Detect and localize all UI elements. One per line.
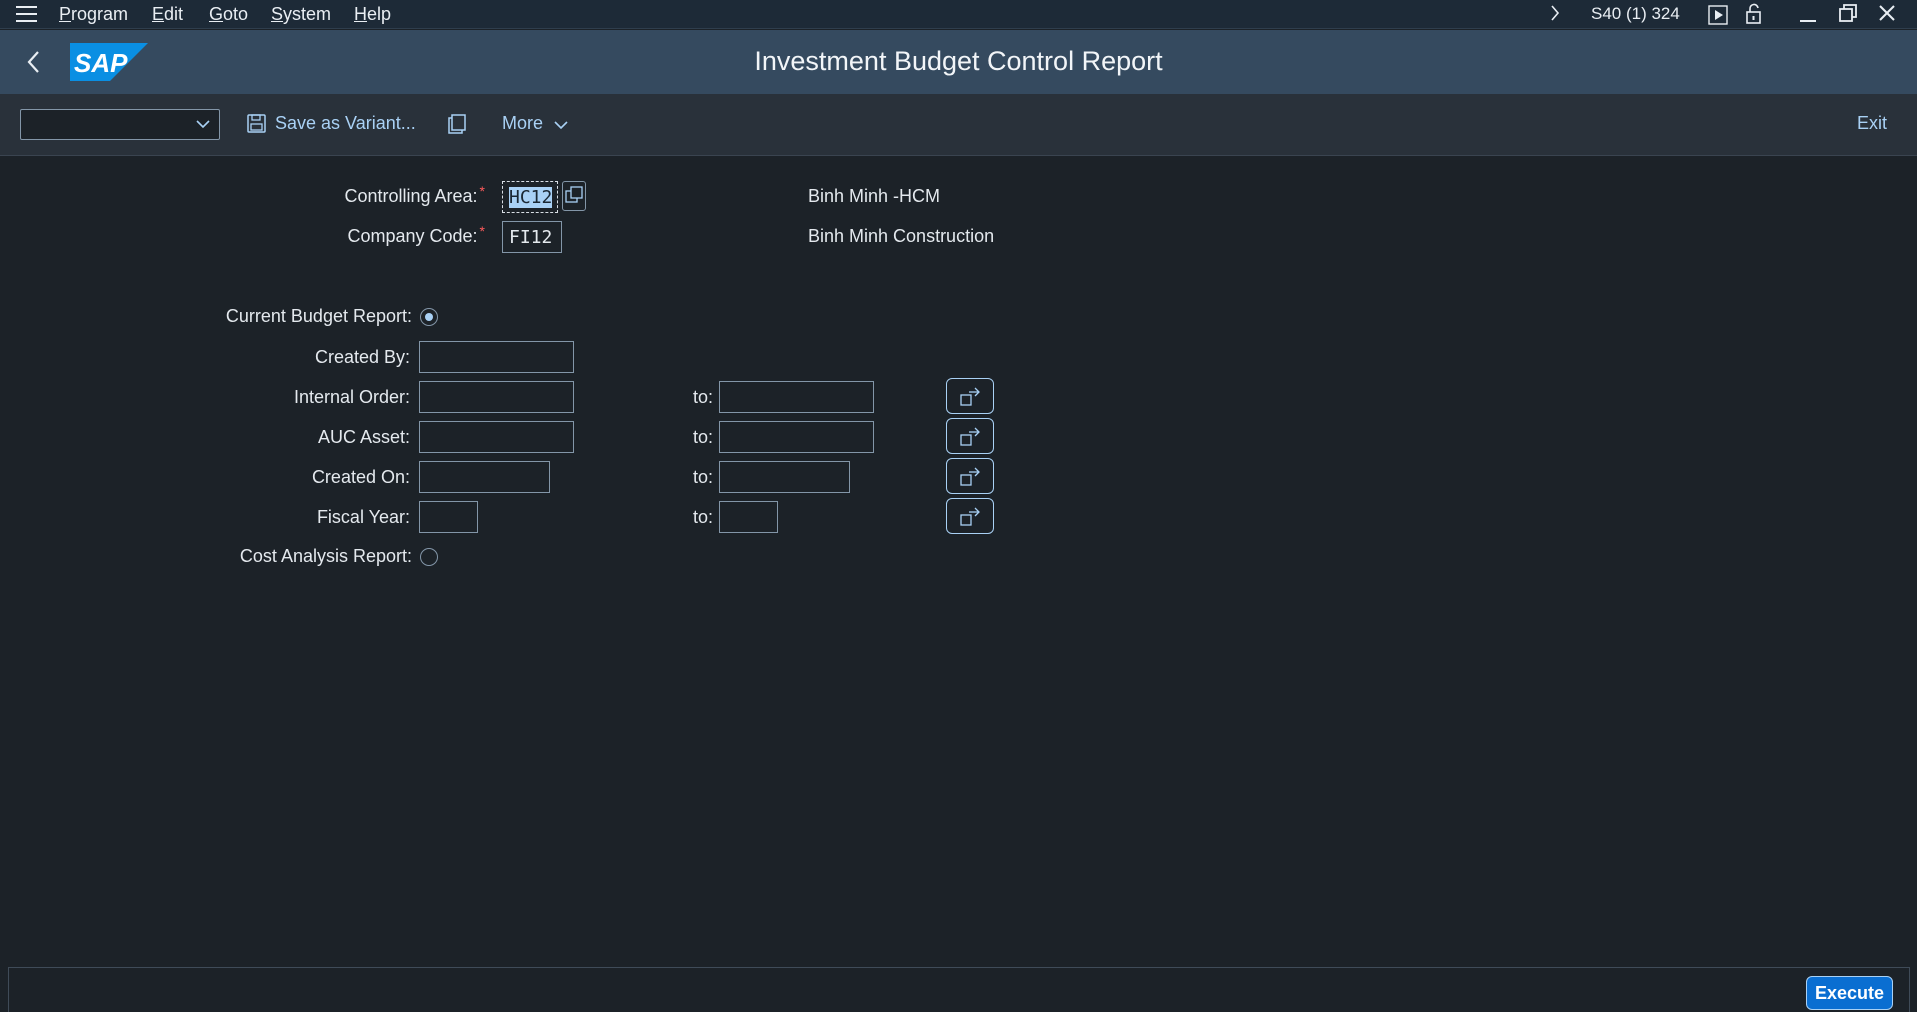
- company-code-label: Company Code: *: [347, 223, 485, 246]
- auc-asset-label: AUC Asset:: [317, 427, 410, 447]
- current-budget-report-label: Current Budget Report:: [225, 306, 412, 326]
- cost-analysis-report-label: Cost Analysis Report:: [239, 546, 412, 566]
- more-button[interactable]: More: [502, 113, 543, 134]
- save-icon[interactable]: [247, 114, 266, 138]
- chevron-down-icon: [195, 116, 211, 137]
- value-help-icon[interactable]: [562, 181, 586, 211]
- created-by-label: Created By:: [314, 347, 410, 367]
- application-toolbar: Save as Variant... More Exit: [0, 94, 1917, 156]
- controlling-area-description: Binh Minh -HCM: [808, 186, 941, 206]
- multiple-selection-button[interactable]: [946, 418, 994, 454]
- company-code-description: Binh Minh Construction: [808, 226, 995, 246]
- close-icon[interactable]: [1877, 3, 1897, 29]
- created-on-label: Created On:: [311, 467, 410, 487]
- internal-order-to-label: to:: [693, 387, 714, 407]
- save-as-variant-button[interactable]: Save as Variant...: [275, 113, 416, 134]
- fiscal-year-from-input[interactable]: [419, 501, 478, 533]
- internal-order-from-input[interactable]: [419, 381, 574, 413]
- minimize-icon[interactable]: [1798, 3, 1818, 29]
- footer-bar: Execute: [8, 967, 1910, 1012]
- menu-bar: Program Edit Goto System Help S40 (1) 32…: [0, 0, 1917, 29]
- copy-icon[interactable]: [447, 114, 467, 139]
- required-asterisk: *: [479, 223, 485, 239]
- menu-system[interactable]: System: [271, 4, 331, 25]
- fiscal-year-to-input[interactable]: [719, 501, 778, 533]
- multiple-selection-button[interactable]: [946, 458, 994, 494]
- system-info: S40 (1) 324: [1591, 4, 1680, 23]
- exit-button[interactable]: Exit: [1857, 113, 1887, 134]
- multiple-selection-button[interactable]: [946, 378, 994, 414]
- menu-goto[interactable]: Goto: [209, 4, 248, 25]
- fiscal-year-label: Fiscal Year:: [316, 507, 410, 527]
- fiscal-year-to-label: to:: [693, 507, 714, 527]
- current-budget-report-radio[interactable]: [420, 308, 438, 326]
- menu-help[interactable]: Help: [354, 4, 391, 25]
- menu-edit[interactable]: Edit: [152, 4, 183, 25]
- unlock-icon[interactable]: [1745, 3, 1765, 31]
- shell-header: SAP Investment Budget Control Report: [0, 30, 1917, 94]
- page-title: Investment Budget Control Report: [754, 46, 1163, 76]
- required-asterisk: *: [479, 183, 485, 199]
- multiple-selection-button[interactable]: [946, 498, 994, 534]
- play-icon[interactable]: [1708, 5, 1728, 31]
- internal-order-label: Internal Order:: [293, 387, 410, 407]
- menu-program[interactable]: Program: [59, 4, 128, 25]
- controlling-area-input[interactable]: HC12: [502, 181, 558, 213]
- created-on-to-input[interactable]: [719, 461, 850, 493]
- created-by-input[interactable]: [419, 341, 574, 373]
- restore-icon[interactable]: [1838, 3, 1858, 29]
- variant-dropdown[interactable]: [20, 109, 220, 140]
- controlling-area-label: Controlling Area: *: [344, 183, 485, 206]
- auc-asset-to-input[interactable]: [719, 421, 874, 453]
- created-on-to-label: to:: [693, 467, 714, 487]
- execute-button[interactable]: Execute: [1805, 976, 1893, 1010]
- hamburger-menu-icon[interactable]: [16, 6, 37, 22]
- company-code-input[interactable]: FI12: [502, 221, 562, 253]
- cost-analysis-report-radio[interactable]: [420, 548, 438, 566]
- auc-asset-from-input[interactable]: [419, 421, 574, 453]
- created-on-from-input[interactable]: [419, 461, 550, 493]
- chevron-down-icon[interactable]: [553, 118, 569, 136]
- auc-asset-to-label: to:: [693, 427, 714, 447]
- internal-order-to-input[interactable]: [719, 381, 874, 413]
- chevron-right-icon[interactable]: [1549, 3, 1561, 29]
